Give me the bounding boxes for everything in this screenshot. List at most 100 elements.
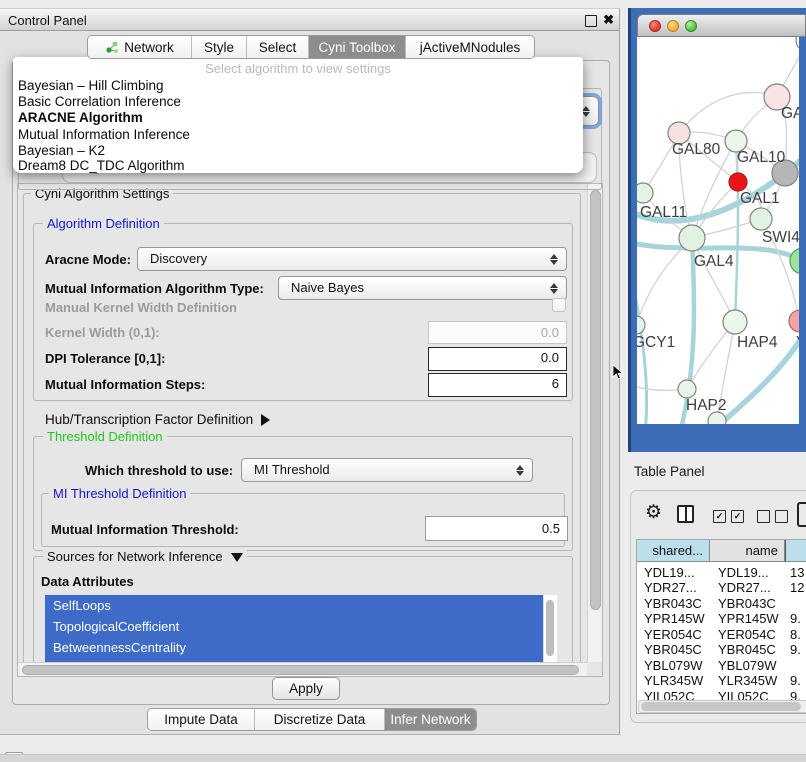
settings-scrollpane: Cyni Algorithm Settings Algorithm Defini…	[17, 183, 603, 677]
dpi-tolerance-label: DPI Tolerance [0,1]:	[45, 351, 165, 366]
algorithm-option[interactable]: Dream8 DC_TDC Algorithm	[18, 158, 185, 174]
select-all-columns-icon[interactable]: ✓ ✓	[713, 510, 744, 523]
settings-hscrollbar[interactable]	[18, 662, 587, 677]
float-window-icon[interactable]	[585, 15, 597, 27]
bottom-strip	[0, 754, 806, 762]
deselect-all-columns-icon[interactable]	[757, 510, 788, 523]
unchecked-box-icon	[757, 510, 770, 523]
algorithm-option[interactable]: Basic Correlation Inference	[18, 94, 181, 110]
which-threshold-combobox[interactable]: MI Threshold	[241, 458, 533, 482]
mi-threshold-field[interactable]: 0.5	[425, 516, 568, 541]
sources-title[interactable]: Sources for Network Inference	[43, 549, 247, 568]
apply-button[interactable]: Apply	[272, 677, 340, 700]
control-panel-tabbar: Network Style Select Cyni Toolbox jActiv…	[87, 35, 535, 59]
column-header-shared[interactable]: shared...	[637, 540, 710, 562]
table-row[interactable]: YBR045CYBR045C9.	[637, 642, 806, 658]
tab-discretize-data[interactable]: Discretize Data	[254, 709, 384, 730]
attribute-item[interactable]: TopologicalCoefficient	[45, 616, 557, 637]
kernel-width-field: 0.0	[428, 321, 567, 344]
node-label: GAL80	[672, 141, 720, 159]
algorithm-option[interactable]: Mutual Information Inference	[18, 127, 190, 143]
tab-network[interactable]: Network	[88, 36, 191, 58]
mi-steps-label: Mutual Information Steps:	[45, 377, 205, 392]
unchecked-box-icon	[775, 510, 788, 523]
node-label: SWI4	[762, 229, 799, 247]
table-hscroll-thumb[interactable]	[641, 702, 801, 711]
table-row[interactable]: YLR345WYLR345W9.	[637, 673, 806, 689]
threshold-definition-title: Threshold Definition	[43, 429, 167, 444]
node-label: GAL11	[640, 204, 687, 222]
zoom-traffic-light[interactable]	[685, 20, 697, 32]
column-layout-icon[interactable]	[677, 505, 694, 523]
table-row[interactable]: YDR27...YDR27...12	[637, 580, 806, 596]
mi-steps-field[interactable]: 6	[428, 373, 567, 397]
close-traffic-light[interactable]	[649, 20, 661, 32]
minimize-traffic-light[interactable]	[667, 20, 679, 32]
algorithm-option[interactable]: Bayesian – K2	[18, 143, 105, 159]
network-tab-icon	[105, 40, 119, 54]
control-panel-title: Control Panel	[8, 13, 87, 28]
network-node-gal4[interactable]	[679, 225, 705, 251]
algorithm-option[interactable]: Bayesian – Hill Climbing	[18, 78, 164, 94]
node-label: GAL10	[737, 149, 785, 167]
control-panel-titlebar: Control Panel ✖	[0, 8, 620, 31]
node-label: HAP4	[737, 334, 778, 352]
network-node-unlabeled-top[interactable]	[796, 37, 799, 52]
network-node-green-right[interactable]	[790, 248, 799, 274]
hscroll-thumb[interactable]	[22, 665, 579, 675]
network-node-hap2[interactable]	[678, 380, 696, 398]
column-header-partial[interactable]	[785, 540, 806, 562]
collapsed-arrow-icon	[261, 414, 276, 426]
algorithm-definition-title: Algorithm Definition	[43, 216, 164, 231]
network-node-swi4[interactable]	[750, 208, 772, 230]
expanded-arrow-icon	[231, 553, 243, 568]
settings-vscrollbar[interactable]	[587, 184, 603, 662]
checked-box-icon: ✓	[713, 510, 726, 523]
network-node-gal11[interactable]	[637, 183, 653, 203]
mi-type-combobox[interactable]: Naive Bayes	[278, 276, 567, 300]
export-table-icon-partial[interactable]	[797, 502, 806, 527]
attribute-item[interactable]: BetweennessCentrality	[45, 637, 557, 658]
vscroll-thumb[interactable]	[590, 190, 601, 610]
table-row[interactable]: YDL19...YDL19...13	[637, 565, 806, 581]
column-header-name[interactable]: name	[710, 540, 785, 562]
dpi-tolerance-field[interactable]: 0.0	[428, 347, 567, 371]
algorithm-option-selected[interactable]: ARACNE Algorithm	[18, 110, 143, 126]
gear-icon[interactable]: ⚙	[645, 503, 662, 523]
tab-label: Network	[124, 40, 174, 55]
screen: Control Panel ✖ Network Style Select Cyn…	[0, 0, 806, 762]
table-panel-title: Table Panel	[634, 464, 705, 479]
kernel-width-label: Kernel Width (0,1):	[45, 325, 160, 340]
table-row[interactable]: YER054CYER054C8.	[637, 627, 806, 643]
hub-definition-toggle[interactable]: Hub/Transcription Factor Definition	[45, 412, 276, 427]
tab-impute-data[interactable]: Impute Data	[148, 709, 254, 730]
tab-jactivemnodules[interactable]: jActiveMNodules	[405, 36, 534, 58]
network-node-gal1[interactable]	[729, 173, 747, 191]
aracne-mode-combobox[interactable]: Discovery	[137, 247, 567, 271]
table-row[interactable]: YPR145WYPR145W9.	[637, 611, 806, 627]
tab-infer-network[interactable]: Infer Network	[384, 709, 476, 730]
mouse-cursor	[611, 364, 624, 381]
network-node-pink-right[interactable]	[789, 310, 799, 332]
tab-style[interactable]: Style	[191, 36, 246, 58]
data-attributes-label: Data Attributes	[41, 574, 134, 589]
tab-select[interactable]: Select	[246, 36, 308, 58]
checked-box-icon: ✓	[731, 510, 744, 523]
node-label: GCY1	[637, 334, 675, 352]
network-window-titlebar[interactable]	[637, 14, 806, 37]
close-icon[interactable]: ✖	[603, 12, 614, 28]
network-node-hap4[interactable]	[723, 310, 747, 334]
node-label: Y	[796, 334, 799, 352]
table-row[interactable]: YBR043CYBR043C	[637, 596, 806, 612]
bottom-tabbar: Impute Data Discretize Data Infer Networ…	[147, 708, 477, 731]
tab-cyni-toolbox[interactable]: Cyni Toolbox	[308, 36, 405, 58]
algorithm-dropdown-hint: Select algorithm to view settings	[13, 61, 583, 76]
table-hscrollbar[interactable]	[638, 700, 806, 713]
network-node-gcy1[interactable]	[637, 316, 645, 334]
table-row[interactable]: YBL079WYBL079W	[637, 658, 806, 674]
attribute-item[interactable]: SelfLoops	[45, 595, 557, 616]
node-label: GAL	[781, 105, 799, 123]
node-label: GAL4	[694, 253, 734, 271]
mi-threshold-title: MI Threshold Definition	[49, 486, 190, 501]
network-canvas[interactable]: GAL GAL80 GAL10 GAL1 GAL11 SWI4 GAL4 GCY…	[637, 37, 799, 424]
